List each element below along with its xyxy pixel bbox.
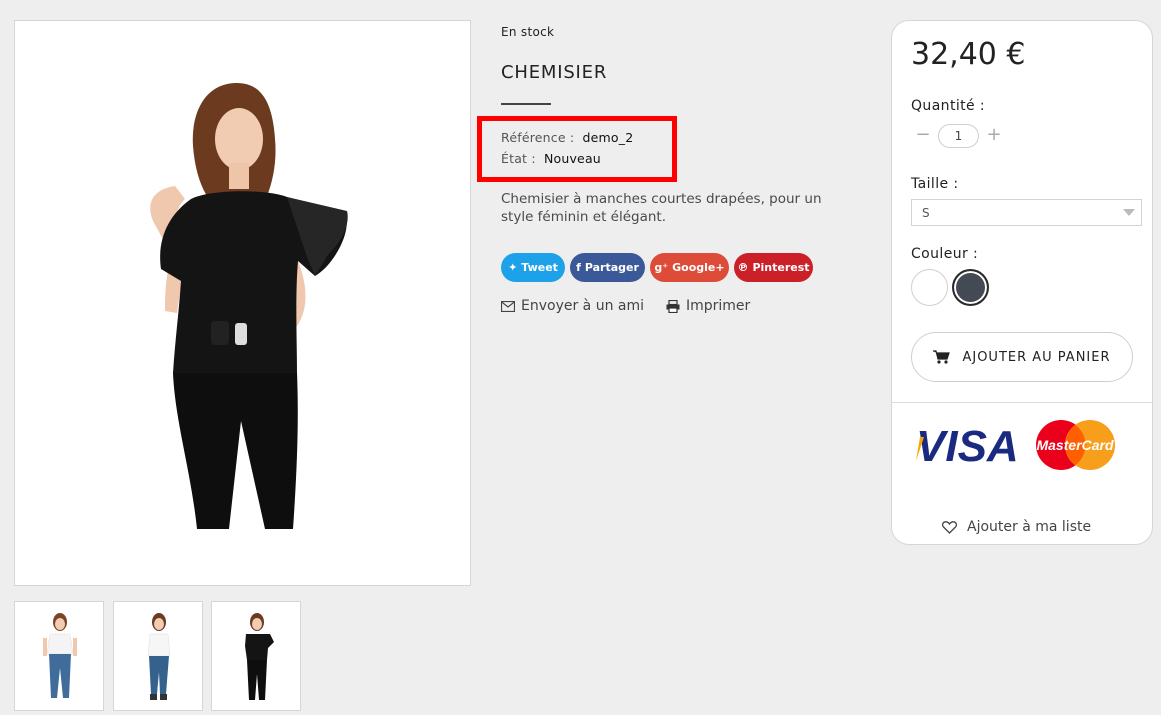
size-label: Taille : <box>911 176 959 192</box>
mastercard-logo: MasterCard <box>1036 437 1113 453</box>
wishlist-label: Ajouter à ma liste <box>967 519 1092 535</box>
product-price: 32,40 € <box>911 37 1026 72</box>
send-to-friend-link[interactable]: Envoyer à un ami <box>501 298 644 314</box>
quantity-input[interactable] <box>938 124 979 148</box>
twitter-icon: ✦ <box>508 261 518 274</box>
facebook-share-button[interactable]: f Partager <box>570 253 645 282</box>
facebook-label: Partager <box>584 261 639 274</box>
tweet-button[interactable]: ✦ Tweet <box>501 253 565 282</box>
color-label: Couleur : <box>911 246 979 262</box>
google-label: Google+ <box>672 261 725 274</box>
thumbnail-2[interactable] <box>113 601 203 711</box>
size-select[interactable]: S <box>911 199 1142 226</box>
pinterest-label: Pinterest <box>752 261 810 274</box>
thumbnail-1[interactable] <box>14 601 104 711</box>
print-label: Imprimer <box>686 298 751 314</box>
reference-value: demo_2 <box>582 130 634 145</box>
quantity-decrease-button[interactable]: − <box>915 125 931 145</box>
reference-row: Référence : demo_2 <box>501 130 633 145</box>
facebook-icon: f <box>576 261 581 274</box>
reference-label: Référence : <box>501 130 575 145</box>
add-to-cart-button[interactable]: AJOUTER AU PANIER <box>911 332 1133 382</box>
heart-icon <box>942 520 957 534</box>
size-selected-value: S <box>922 205 930 220</box>
thumbnail-image <box>245 613 274 700</box>
google-plus-button[interactable]: g⁺ Google+ <box>650 253 729 282</box>
chevron-down-icon <box>1123 209 1135 216</box>
google-plus-icon: g⁺ <box>654 261 669 274</box>
add-to-cart-label: AJOUTER AU PANIER <box>962 349 1111 365</box>
availability-status: En stock <box>501 25 555 39</box>
highlight-box <box>477 116 677 182</box>
product-main-image[interactable] <box>14 20 471 586</box>
payment-logos: VISA MasterCard <box>916 420 1115 471</box>
quantity-label: Quantité : <box>911 98 985 114</box>
thumbnail-image <box>147 613 171 700</box>
pinterest-icon: ℗ <box>737 261 749 274</box>
cart-icon <box>933 350 951 364</box>
add-to-wishlist-link[interactable]: Ajouter à ma liste <box>942 519 1091 535</box>
condition-label: État : <box>501 151 536 166</box>
quantity-increase-button[interactable]: + <box>986 125 1002 145</box>
tweet-label: Tweet <box>521 261 558 274</box>
title-divider <box>501 103 551 105</box>
condition-row: État : Nouveau <box>501 151 601 166</box>
color-swatch-dark-grey[interactable] <box>952 269 989 306</box>
printer-icon <box>666 299 680 313</box>
print-link[interactable]: Imprimer <box>666 298 750 314</box>
envelope-icon <box>501 300 515 312</box>
pinterest-button[interactable]: ℗ Pinterest <box>734 253 813 282</box>
send-to-friend-label: Envoyer à un ami <box>521 298 645 314</box>
product-description: Chemisier à manches courtes drapées, pou… <box>501 191 822 225</box>
product-title: CHEMISIER <box>501 62 608 83</box>
color-swatch-white[interactable] <box>911 269 948 306</box>
thumbnail-image <box>43 613 77 698</box>
buy-box: 32,40 € Quantité : − + Taille : S Couleu… <box>891 20 1153 545</box>
buy-box-divider <box>892 402 1152 403</box>
visa-logo: VISA <box>916 422 1019 471</box>
model-figure <box>150 83 348 529</box>
condition-value: Nouveau <box>543 151 601 166</box>
thumbnail-3[interactable] <box>211 601 301 711</box>
